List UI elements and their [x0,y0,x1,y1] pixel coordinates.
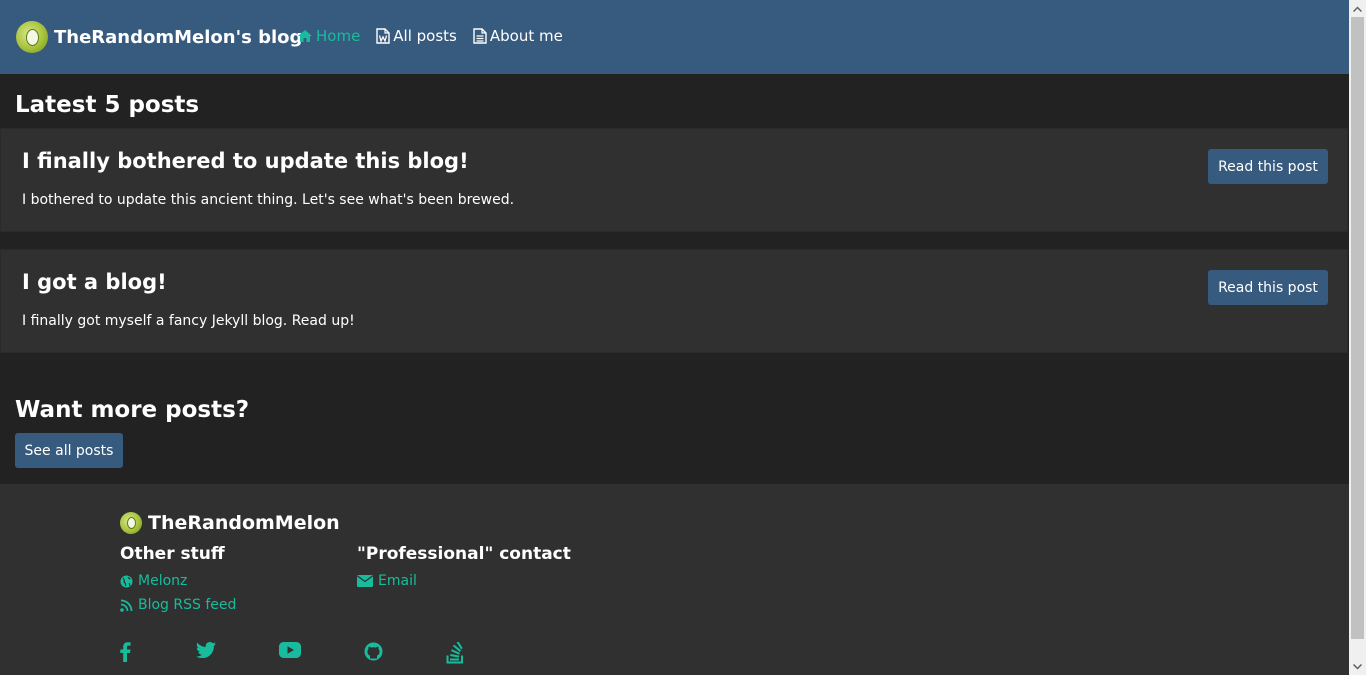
post-description: I bothered to update this ancient thing.… [22,192,515,208]
home-icon [298,30,312,42]
footer-brand: TheRandomMelon [120,512,340,534]
read-post-button[interactable]: Read this post [1208,149,1328,184]
file-text-icon [473,28,487,44]
post-title: I finally bothered to update this blog! [22,149,469,173]
email-link-label: Email [378,573,417,589]
footer: TheRandomMelon Other stuff Melonz Blog R… [0,484,1349,675]
globe-icon [120,575,133,587]
facebook-icon [120,642,131,662]
youtube-link[interactable] [279,642,301,658]
stackoverflow-icon [446,642,463,664]
social-links [0,642,600,666]
github-link[interactable] [364,642,383,661]
melon-logo-icon [120,512,142,534]
scroll-down-arrow-icon[interactable] [1349,658,1366,675]
envelope-icon [357,575,373,587]
melon-logo-icon [16,21,48,53]
see-all-posts-button[interactable]: See all posts [15,433,123,468]
email-link[interactable]: Email [357,569,571,593]
navbar-brand[interactable]: TheRandomMelon's blog [16,21,302,53]
melonz-link[interactable]: Melonz [120,569,236,593]
footer-brand-title: TheRandomMelon [148,512,340,534]
nav-all-posts[interactable]: All posts [376,27,457,45]
page-scrollbar[interactable] [1349,0,1366,675]
post-description: I finally got myself a fancy Jekyll blog… [22,313,355,329]
page: TheRandomMelon's blog Home All posts Abo… [0,0,1349,675]
post-card: I finally bothered to update this blog! … [0,128,1348,232]
nav-all-posts-label: All posts [393,27,457,45]
navbar: TheRandomMelon's blog Home All posts Abo… [0,0,1349,74]
post-card: I got a blog! I finally got myself a fan… [0,249,1348,353]
more-posts-heading: Want more posts? [15,397,250,423]
word-file-icon [376,28,390,44]
melonz-link-label: Melonz [138,573,188,589]
stackoverflow-link[interactable] [446,642,465,664]
nav-about-me[interactable]: About me [473,27,563,45]
twitter-icon [196,642,216,658]
facebook-link[interactable] [120,642,131,662]
scrollbar-thumb[interactable] [1351,17,1364,639]
rss-link-label: Blog RSS feed [138,597,237,613]
nav-links: Home All posts About me [297,27,579,45]
github-icon [364,642,383,661]
rss-link[interactable]: Blog RSS feed [120,593,236,617]
footer-other-column: Other stuff Melonz Blog RSS feed [120,544,236,617]
footer-contact-column: "Professional" contact Email [357,544,571,593]
post-title: I got a blog! [22,270,167,294]
nav-home[interactable]: Home [297,27,360,45]
scroll-up-arrow-icon[interactable] [1349,0,1366,17]
youtube-icon [279,642,301,658]
latest-posts-heading: Latest 5 posts [15,92,200,118]
read-post-button[interactable]: Read this post [1208,270,1328,305]
brand-title: TheRandomMelon's blog [54,26,303,48]
rss-icon [120,599,133,612]
other-stuff-heading: Other stuff [120,544,225,564]
nav-home-label: Home [316,27,361,45]
contact-heading: "Professional" contact [357,544,571,564]
nav-about-me-label: About me [489,27,563,45]
twitter-link[interactable] [196,642,216,658]
